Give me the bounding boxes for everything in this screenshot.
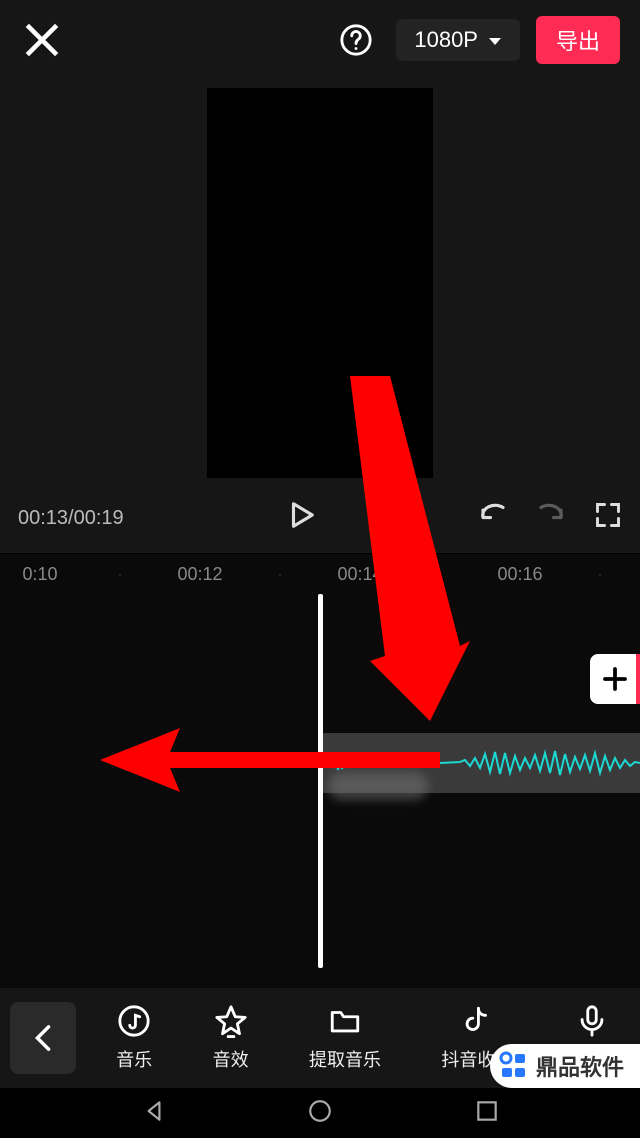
close-icon[interactable]: [20, 18, 64, 62]
playback-controls: 00:13/00:19: [0, 494, 640, 542]
undo-button[interactable]: [478, 500, 508, 536]
ruler-mark: 00:12: [160, 564, 240, 585]
add-clip-button[interactable]: [590, 654, 640, 704]
back-button[interactable]: [10, 1002, 76, 1074]
system-navbar: [0, 1088, 640, 1138]
ruler-dot: ·: [80, 567, 160, 581]
fullscreen-button[interactable]: [594, 501, 622, 535]
export-label: 导出: [556, 29, 600, 54]
ruler-dot: ·: [400, 567, 480, 581]
watermark-text: 鼎品软件: [536, 1050, 624, 1082]
nav-recent-icon[interactable]: [474, 1098, 500, 1129]
timeline[interactable]: 0:10 · 00:12 · 00:14 · 00:16 ·: [0, 553, 640, 988]
ruler-mark: 00:16: [480, 564, 560, 585]
resolution-label: 1080P: [414, 27, 478, 53]
help-icon[interactable]: [334, 18, 378, 62]
redo-button[interactable]: [536, 500, 566, 536]
tool-sound-effect[interactable]: 音效: [213, 1004, 249, 1072]
ruler-mark: 00:14: [320, 564, 400, 585]
time-ruler: 0:10 · 00:12 · 00:14 · 00:16 ·: [0, 554, 640, 594]
tool-music[interactable]: 音乐: [116, 1004, 152, 1072]
play-button[interactable]: [286, 500, 316, 536]
audio-clip-label: [328, 772, 428, 800]
watermark-badge: 鼎品软件: [490, 1044, 640, 1088]
tool-label: 音效: [213, 1046, 249, 1072]
tool-extract-music[interactable]: 提取音乐: [309, 1004, 381, 1072]
ruler-dot: ·: [560, 567, 640, 581]
logo-icon: [498, 1050, 530, 1082]
tool-label: 提取音乐: [309, 1046, 381, 1072]
nav-back-icon[interactable]: [141, 1098, 167, 1129]
star-icon: [214, 1004, 248, 1038]
nav-home-icon[interactable]: [307, 1098, 333, 1129]
chevron-down-icon: [488, 27, 502, 53]
time-display: 00:13/00:19: [18, 507, 124, 530]
microphone-icon: [575, 1004, 609, 1038]
folder-icon: [328, 1004, 362, 1038]
ruler-dot: ·: [240, 567, 320, 581]
playhead[interactable]: [318, 594, 323, 968]
ruler-mark: 0:10: [0, 564, 80, 585]
tool-label: 音乐: [116, 1046, 152, 1072]
export-button[interactable]: 导出: [536, 16, 620, 64]
resolution-selector[interactable]: 1080P: [396, 19, 520, 61]
video-preview[interactable]: [207, 88, 433, 478]
douyin-icon: [460, 1004, 494, 1038]
music-icon: [117, 1004, 151, 1038]
